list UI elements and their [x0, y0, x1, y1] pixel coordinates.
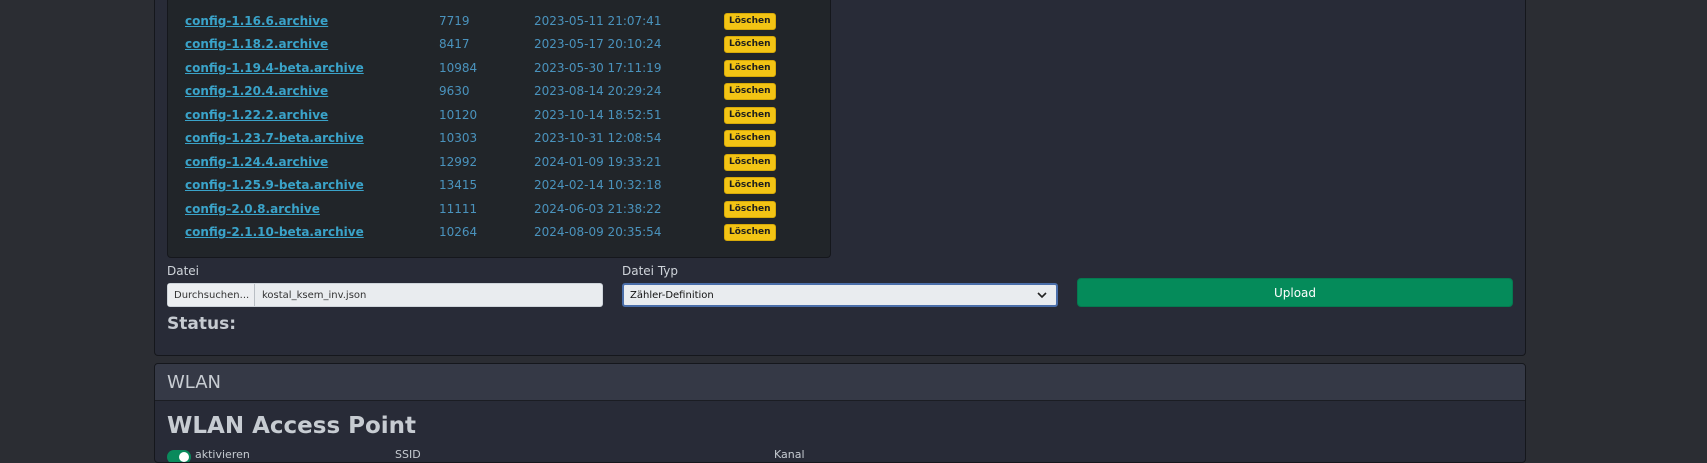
table-row: config-1.20.4.archive 9630 2023-08-14 20:2… — [185, 80, 784, 104]
archive-size: 8417 — [439, 37, 470, 52]
archive-size: 10303 — [439, 131, 478, 146]
file-type-label: Datei Typ — [622, 264, 679, 278]
archive-link[interactable]: config-1.19.4-beta.archive — [185, 61, 364, 75]
wlan-access-point-title: WLAN Access Point — [167, 413, 417, 439]
delete-button[interactable]: Löschen — [724, 224, 776, 242]
delete-button[interactable]: Löschen — [724, 153, 776, 171]
archive-link[interactable]: config-2.1.10-beta.archive — [185, 225, 364, 239]
table-row: config-1.19.4-beta.archive 10984 2023-05-3… — [185, 56, 784, 80]
archive-size: 9630 — [439, 84, 470, 99]
wlan-enable-label: aktivieren — [195, 448, 250, 461]
archive-size: 10984 — [439, 60, 478, 75]
archive-date: 2023-05-30 17:11:19 — [534, 60, 662, 75]
file-input[interactable]: Durchsuchen... kostal_ksem_inv.json — [167, 283, 603, 307]
archive-link[interactable]: config-1.16.6.archive — [185, 14, 328, 28]
chevron-down-icon — [1036, 289, 1048, 301]
wlan-enable-toggle[interactable] — [167, 450, 191, 462]
archive-link[interactable]: config-2.0.8.archive — [185, 202, 320, 216]
archive-link[interactable]: config-1.18.2.archive — [185, 37, 328, 51]
archive-date: 2024-06-03 21:38:22 — [534, 201, 662, 216]
archive-size: 10120 — [439, 107, 478, 122]
delete-button[interactable]: Löschen — [724, 12, 776, 30]
channel-label: Kanal — [774, 448, 805, 461]
browse-button[interactable]: Durchsuchen... — [168, 284, 255, 306]
table-row: config-2.0.8.archive 11111 2024-06-03 21:3… — [185, 197, 784, 221]
table-row: config-1.23.7-beta.archive 10303 2023-10-3… — [185, 127, 784, 151]
archive-date: 2023-05-11 21:07:41 — [534, 13, 662, 28]
archive-link[interactable]: config-1.20.4.archive — [185, 84, 328, 98]
archive-size: 11111 — [439, 201, 478, 216]
archive-link[interactable]: config-1.24.4.archive — [185, 155, 328, 169]
table-row: config-1.25.9-beta.archive 13415 2024-02-1… — [185, 174, 784, 198]
table-row: config-1.16.6.archive 7719 2023-05-11 21:0… — [185, 9, 784, 33]
ssid-label: SSID — [395, 448, 421, 461]
archive-date: 2024-08-09 20:35:54 — [534, 225, 662, 240]
archive-link[interactable]: config-1.23.7-beta.archive — [185, 131, 364, 145]
archive-date: 2023-05-17 20:10:24 — [534, 37, 662, 52]
wlan-card: WLAN WLAN Access Point aktivieren SSID K… — [154, 363, 1526, 463]
archive-size: 12992 — [439, 154, 478, 169]
archive-link[interactable]: config-1.22.2.archive — [185, 108, 328, 122]
table-row: config-1.22.2.archive 10120 2023-10-14 18:… — [185, 103, 784, 127]
selected-file-name: kostal_ksem_inv.json — [262, 289, 367, 301]
delete-button[interactable]: Löschen — [724, 83, 776, 101]
delete-button[interactable]: Löschen — [724, 200, 776, 218]
archive-date: 2023-08-14 20:29:24 — [534, 84, 662, 99]
table-row: config-2.1.10-beta.archive 10264 2024-08-0… — [185, 221, 784, 245]
archive-table: config-1.16.6.archive 7719 2023-05-11 21:0… — [185, 9, 784, 244]
file-type-selected: Zähler-Definition — [630, 289, 714, 301]
archive-size: 7719 — [439, 13, 470, 28]
archive-date: 2024-02-14 10:32:18 — [534, 178, 662, 193]
delete-button[interactable]: Löschen — [724, 59, 776, 77]
archive-date: 2023-10-31 12:08:54 — [534, 131, 662, 146]
wlan-header: WLAN — [155, 364, 1525, 401]
file-label: Datei — [167, 264, 200, 278]
delete-button[interactable]: Löschen — [724, 177, 776, 195]
upload-button[interactable]: Upload — [1077, 278, 1513, 307]
archive-date: 2024-01-09 19:33:21 — [534, 154, 662, 169]
archive-date: 2023-10-14 18:52:51 — [534, 107, 662, 122]
archive-size: 13415 — [439, 178, 478, 193]
delete-button[interactable]: Löschen — [724, 106, 776, 124]
toggle-knob — [179, 452, 189, 462]
file-type-select[interactable]: Zähler-Definition — [622, 283, 1058, 307]
delete-button[interactable]: Löschen — [724, 36, 776, 54]
archive-size: 10264 — [439, 225, 478, 240]
table-row: config-1.24.4.archive 12992 2024-01-09 19:… — [185, 150, 784, 174]
table-row: config-1.18.2.archive 8417 2023-05-17 20:1… — [185, 33, 784, 57]
archive-link[interactable]: config-1.25.9-beta.archive — [185, 178, 364, 192]
status-label: Status: — [167, 314, 236, 334]
delete-button[interactable]: Löschen — [724, 130, 776, 148]
